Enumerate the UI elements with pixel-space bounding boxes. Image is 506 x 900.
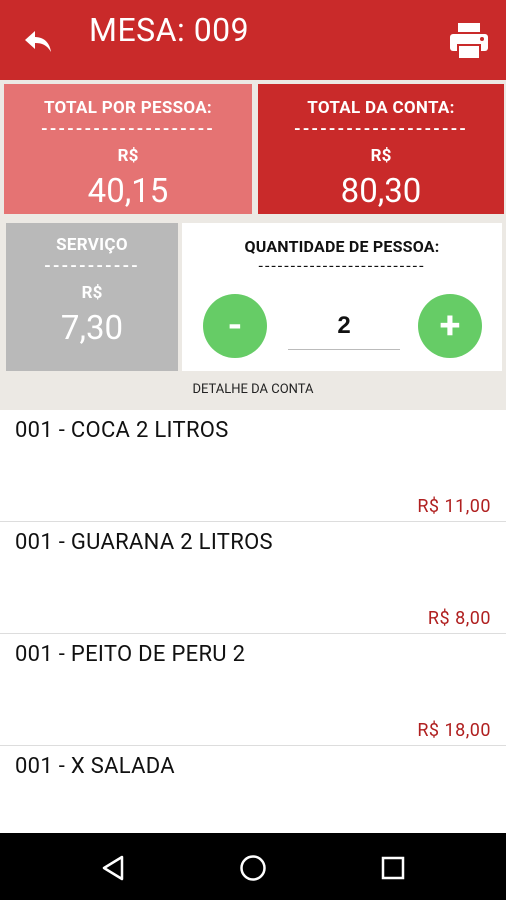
printer-icon bbox=[450, 23, 488, 60]
nav-recents-icon bbox=[381, 856, 405, 880]
currency-label: R$ bbox=[370, 146, 392, 166]
increase-people-button[interactable]: + bbox=[418, 294, 482, 358]
nav-home-button[interactable] bbox=[236, 851, 270, 885]
total-per-person-label: TOTAL POR PESSOA: bbox=[43, 98, 213, 118]
divider: -------------------------- bbox=[258, 258, 426, 274]
item-price: R$ 8,00 bbox=[427, 608, 491, 629]
system-navigation-bar bbox=[0, 833, 506, 900]
service-card: SERVIÇO ----------- R$ 7,30 bbox=[6, 223, 178, 371]
total-bill-value: 80,30 bbox=[340, 172, 422, 211]
service-value: 7,30 bbox=[60, 309, 124, 348]
list-item[interactable]: 001 - GUARANA 2 LITROS R$ 8,00 bbox=[0, 522, 506, 634]
divider: -------------------- bbox=[294, 122, 468, 136]
app-bar: MESA: 009 bbox=[0, 0, 506, 80]
item-price: R$ 18,00 bbox=[417, 720, 491, 741]
list-item[interactable]: 001 - X SALADA bbox=[0, 746, 506, 833]
list-item[interactable]: 001 - PEITO DE PERU 2 R$ 18,00 bbox=[0, 634, 506, 746]
divider: ----------- bbox=[44, 259, 140, 273]
total-per-person-value: 40,15 bbox=[87, 172, 169, 211]
list-item[interactable]: 001 - COCA 2 LITROS R$ 11,00 bbox=[0, 410, 506, 522]
nav-back-icon bbox=[102, 855, 124, 881]
item-name: 001 - PEITO DE PERU 2 bbox=[15, 642, 246, 667]
total-bill-label: TOTAL DA CONTA: bbox=[307, 98, 455, 118]
reply-arrow-icon bbox=[25, 31, 51, 52]
page-title: MESA: 009 bbox=[89, 11, 250, 49]
total-per-person-card: TOTAL POR PESSOA: -------------------- R… bbox=[4, 84, 252, 214]
service-label: SERVIÇO bbox=[56, 235, 128, 255]
currency-label: R$ bbox=[117, 146, 139, 166]
currency-label: R$ bbox=[81, 283, 103, 303]
item-name: 001 - GUARANA 2 LITROS bbox=[15, 530, 273, 555]
decrease-people-button[interactable]: - bbox=[203, 294, 267, 358]
item-name: 001 - X SALADA bbox=[15, 754, 175, 779]
print-button[interactable] bbox=[446, 18, 492, 64]
nav-back-button[interactable] bbox=[96, 851, 130, 885]
back-button[interactable] bbox=[18, 24, 58, 60]
item-name: 001 - COCA 2 LITROS bbox=[15, 418, 229, 443]
people-quantity-panel: QUANTIDADE DE PESSOA: ------------------… bbox=[182, 223, 502, 371]
people-quantity-input[interactable] bbox=[288, 303, 400, 350]
nav-recents-button[interactable] bbox=[376, 851, 410, 885]
people-quantity-title: QUANTIDADE DE PESSOA: bbox=[244, 237, 440, 256]
item-price: R$ 11,00 bbox=[417, 496, 491, 517]
bill-detail-header: DETALHE DA CONTA bbox=[192, 382, 314, 397]
total-bill-card: TOTAL DA CONTA: -------------------- R$ … bbox=[258, 84, 504, 214]
divider: -------------------- bbox=[41, 122, 215, 136]
nav-home-icon bbox=[240, 855, 266, 881]
bill-items-list[interactable]: 001 - COCA 2 LITROS R$ 11,00 001 - GUARA… bbox=[0, 410, 506, 833]
